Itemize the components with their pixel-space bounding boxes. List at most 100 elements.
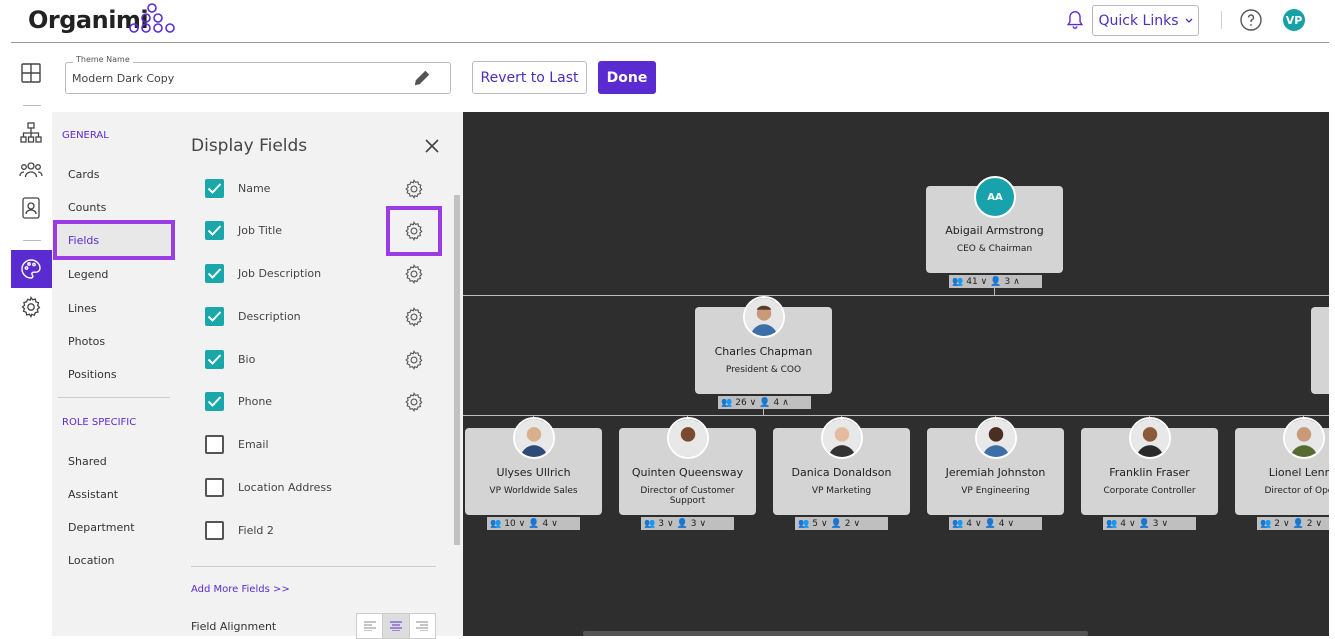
panel-scroll-thumb[interactable] — [454, 195, 460, 545]
avatar[interactable] — [743, 296, 785, 338]
card-stats[interactable]: 👥 10 ∨ 👤 4 ∨ — [487, 517, 580, 530]
palette-icon[interactable] — [19, 257, 43, 281]
field-row[interactable]: Description — [205, 307, 425, 327]
nav-item-location[interactable]: Location — [68, 554, 115, 567]
nav-item-counts[interactable]: Counts — [68, 201, 106, 214]
field-row[interactable]: Job Description — [205, 264, 425, 284]
contact-card-icon[interactable] — [19, 196, 43, 220]
collapse-icon: ∧ — [782, 397, 789, 408]
team-count: 41 — [966, 276, 978, 287]
gear-icon[interactable] — [403, 178, 425, 200]
card-title: CEO & Chairman — [956, 244, 1033, 254]
field-row[interactable]: Location Address — [205, 478, 425, 498]
theme-name-field[interactable]: Theme Name Modern Dark Copy — [65, 55, 451, 94]
avatar[interactable] — [1283, 417, 1325, 459]
field-row[interactable]: Field 2 — [205, 521, 425, 541]
gear-icon[interactable] — [403, 391, 425, 413]
card-name: Franklin Fraser — [1109, 466, 1190, 479]
field-checkbox[interactable] — [205, 350, 224, 369]
person-icon: 👤 — [990, 276, 1002, 287]
quick-links-button[interactable]: Quick Links — [1092, 5, 1199, 36]
expand-icon: ∨ — [820, 518, 828, 529]
revert-button[interactable]: Revert to Last — [472, 61, 587, 94]
canvas-scrollbar[interactable] — [583, 631, 1088, 636]
rail-divider — [23, 240, 41, 241]
logo-icon[interactable] — [112, 2, 192, 34]
field-checkbox[interactable] — [205, 221, 224, 240]
field-row[interactable]: Name — [205, 179, 425, 199]
field-row[interactable]: Phone — [205, 392, 425, 412]
check-icon — [207, 311, 222, 322]
card-name: Charles Chapman — [714, 345, 813, 358]
theme-name-value[interactable]: Modern Dark Copy — [72, 72, 174, 85]
nav-item-department[interactable]: Department — [68, 521, 135, 534]
help-icon[interactable] — [1239, 8, 1263, 32]
field-checkbox[interactable] — [205, 435, 224, 454]
org-chart-canvas[interactable]: Abigail Armstrong CEO & Chairman AA 👥 41 ∨… — [463, 112, 1329, 636]
expand-icon: ∨ — [1128, 518, 1136, 529]
field-label: Job Title — [238, 224, 283, 237]
nav-item-positions[interactable]: Positions — [68, 368, 117, 381]
align-right-button[interactable] — [410, 614, 435, 638]
nav-item-lines[interactable]: Lines — [68, 302, 97, 315]
field-checkbox[interactable] — [205, 179, 224, 198]
expand-icon: ∨ — [1007, 518, 1015, 529]
org-chart-icon[interactable] — [19, 121, 43, 145]
dashboard-icon[interactable] — [19, 61, 43, 85]
card-stats[interactable]: 👥 4 ∨ 👤 4 ∨ — [949, 517, 1042, 530]
gear-icon[interactable] — [403, 349, 425, 371]
expand-icon: ∨ — [749, 397, 757, 408]
avatar[interactable]: AA — [974, 176, 1016, 218]
user-avatar[interactable]: VP — [1283, 9, 1305, 31]
card-stats[interactable]: 👥 3 ∨ 👤 3 ∨ — [641, 517, 734, 530]
avatar[interactable] — [1129, 417, 1171, 459]
role-specific-heading: ROLE SPECIFIC — [62, 417, 137, 428]
field-row[interactable]: Bio — [205, 350, 425, 370]
direct-count: 4 — [542, 518, 549, 529]
card-title: VP Engineering — [961, 486, 1030, 496]
align-left-button[interactable] — [357, 614, 384, 638]
pencil-icon[interactable] — [412, 68, 432, 88]
align-center-icon — [389, 621, 402, 631]
card-stats[interactable]: 👥 5 ∨ 👤 2 ∨ — [795, 517, 888, 530]
field-alignment-group — [356, 613, 436, 639]
avatar[interactable] — [513, 417, 555, 459]
add-more-fields-link[interactable]: Add More Fields >> — [191, 584, 290, 595]
nav-item-legend[interactable]: Legend — [68, 268, 108, 281]
nav-item-assistant[interactable]: Assistant — [68, 488, 118, 501]
team-icon: 👥 — [721, 397, 733, 408]
bell-icon[interactable] — [1064, 9, 1086, 31]
field-checkbox[interactable] — [205, 264, 224, 283]
avatar[interactable] — [667, 417, 709, 459]
done-button[interactable]: Done — [598, 61, 656, 94]
card-stats[interactable]: 👥 4 ∨ 👤 3 ∨ — [1103, 517, 1196, 530]
card-stats[interactable]: 👥 41 ∨ 👤 3 ∧ — [949, 275, 1042, 288]
collapse-icon: ∧ — [1013, 276, 1020, 287]
gear-icon[interactable] — [403, 306, 425, 328]
nav-item-shared[interactable]: Shared — [68, 455, 107, 468]
rail-divider — [23, 105, 41, 106]
avatar[interactable] — [975, 417, 1017, 459]
field-checkbox[interactable] — [205, 392, 224, 411]
person-icon: 👤 — [1138, 518, 1150, 529]
field-checkbox[interactable] — [205, 521, 224, 540]
org-card-partial[interactable] — [1311, 307, 1329, 394]
connector-line — [463, 415, 1329, 416]
field-row[interactable]: Email — [205, 435, 425, 455]
field-checkbox[interactable] — [205, 478, 224, 497]
connector-line — [463, 295, 1329, 296]
team-icon: 👥 — [952, 276, 964, 287]
nav-item-photos[interactable]: Photos — [68, 335, 105, 348]
settings-icon[interactable] — [19, 295, 43, 319]
gear-icon[interactable] — [403, 263, 425, 285]
field-checkbox[interactable] — [205, 307, 224, 326]
card-stats[interactable]: 👥 2 ∨ 👤 2 ∨ — [1257, 517, 1329, 530]
avatar[interactable] — [821, 417, 863, 459]
close-icon[interactable] — [425, 139, 439, 153]
field-label: Email — [238, 438, 269, 451]
card-stats[interactable]: 👥 26 ∨ 👤 4 ∧ — [718, 396, 811, 409]
nav-item-cards[interactable]: Cards — [68, 168, 99, 181]
nav-item-fields[interactable]: Fields — [53, 220, 175, 260]
align-center-button[interactable] — [383, 614, 410, 638]
people-icon[interactable] — [19, 158, 43, 182]
